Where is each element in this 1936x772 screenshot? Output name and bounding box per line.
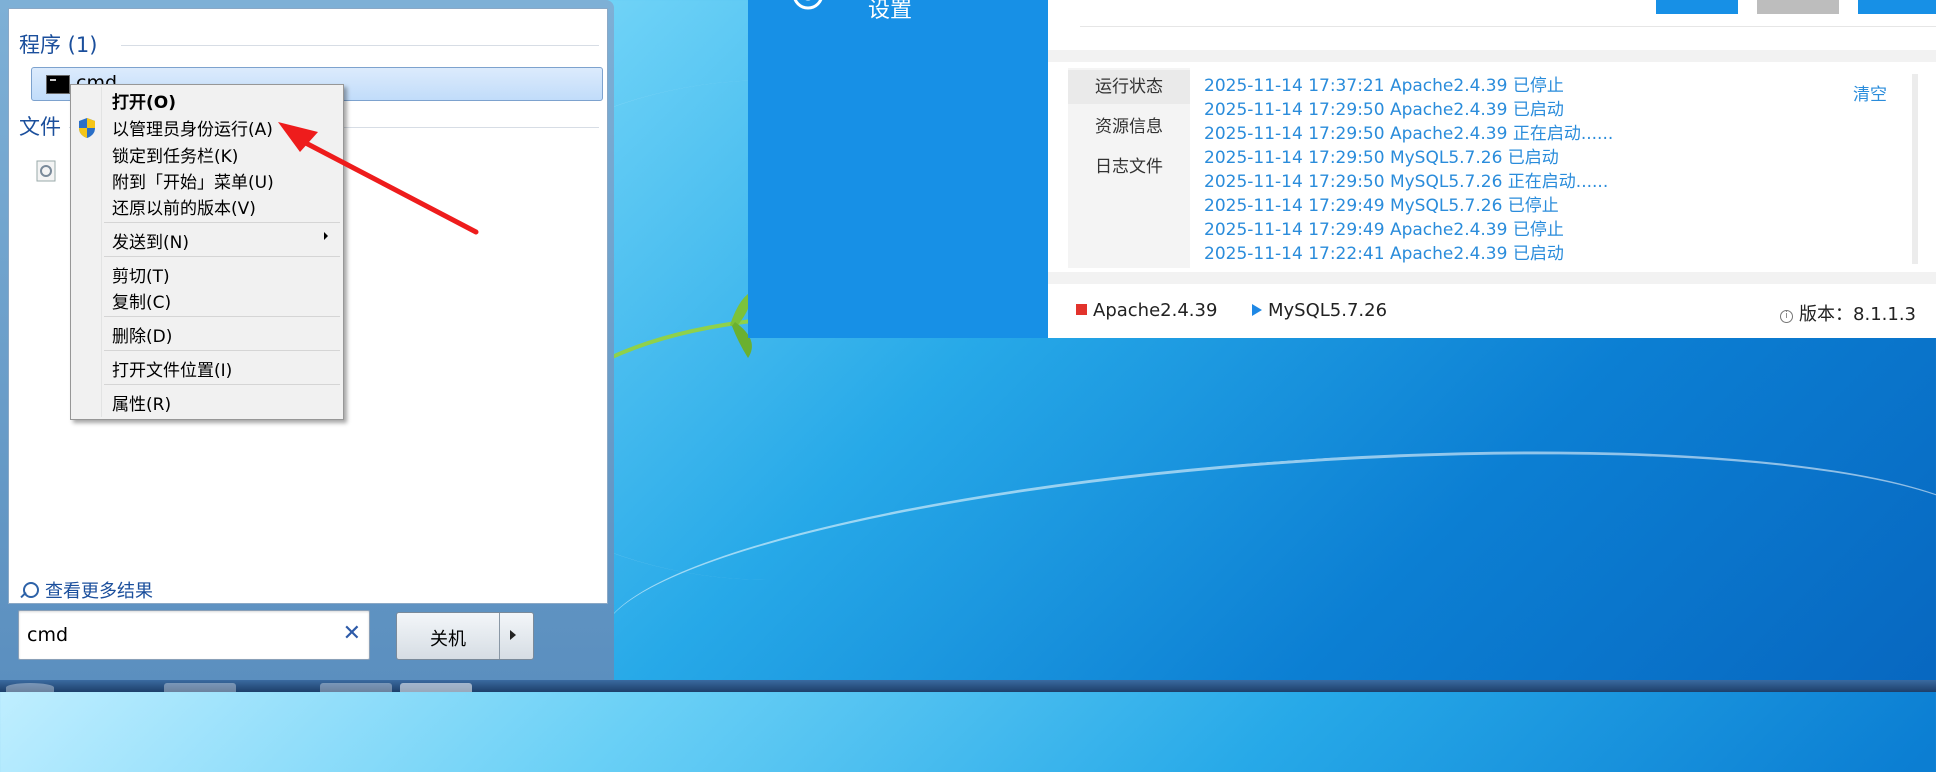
shutdown-label: 关机 [430,629,466,650]
menu-item-cut[interactable]: 剪切(T) [112,262,170,287]
gear-icon[interactable] [788,0,828,18]
version-info: i 版本：8.1.1.3 [1780,300,1916,326]
programs-header: 程序 (1) [19,33,98,57]
taskbar-item[interactable] [320,683,392,692]
mysql-status[interactable]: MySQL5.7.26 [1252,300,1387,321]
divider [1048,272,1936,284]
clear-search-icon[interactable]: ✕ [343,621,361,646]
log-line: 2025-11-14 17:29:50 Apache2.4.39 已启动 [1204,100,1564,120]
tab-log-files[interactable]: 日志文件 [1068,150,1190,184]
log-line: 2025-11-14 17:22:41 Apache2.4.39 已启动 [1204,244,1564,264]
log-line: 2025-11-14 17:29:49 Apache2.4.39 已停止 [1204,220,1564,240]
menu-item-open[interactable]: 打开(O) [112,88,176,113]
log-line: 2025-11-14 17:29:50 Apache2.4.39 正在启动...… [1204,124,1614,144]
log-line: 2025-11-14 17:29:49 MySQL5.7.26 已停止 [1204,196,1559,216]
menu-gutter [101,87,102,417]
mysql-label: MySQL5.7.26 [1268,300,1388,321]
menu-separator [104,256,340,257]
log-tabs: 运行状态 资源信息 日志文件 [1068,68,1190,268]
app-main-panel: 运行状态 资源信息 日志文件 2025-11-14 17:37:21 Apach… [1048,0,1936,338]
file-gear-icon[interactable] [35,159,57,183]
start-orb[interactable] [6,683,54,692]
more-results-link[interactable]: 查看更多结果 [23,577,153,603]
settings-label[interactable]: 设置 [868,0,912,24]
menu-separator [104,384,340,385]
log-line: 2025-11-14 17:37:21 Apache2.4.39 已停止 [1204,76,1564,96]
taskbar [0,680,1936,692]
console-icon [46,75,70,94]
apache-status[interactable]: Apache2.4.39 [1076,300,1217,321]
info-icon: i [1780,310,1794,323]
divider [121,45,599,46]
status-bar: Apache2.4.39 MySQL5.7.26 i 版本：8.1.1.3 [1048,290,1936,330]
files-header: 文件 [19,115,61,139]
app-sidebar-panel: 设置 [748,0,1048,338]
menu-separator [104,222,340,223]
menu-item-open-location[interactable]: 打开文件位置(I) [112,356,232,381]
menu-item-run-as-admin[interactable]: 以管理员身份运行(A) [112,115,273,140]
tab-run-status[interactable]: 运行状态 [1068,70,1190,104]
shutdown-options-arrow-icon[interactable] [510,630,516,640]
menu-item-delete[interactable]: 删除(D) [112,322,172,347]
taskbar-item[interactable] [164,683,236,692]
menu-item-copy[interactable]: 复制(C) [112,288,171,313]
version-label: 版本：8.1.1.3 [1799,304,1916,325]
shutdown-button[interactable]: 关机 [396,612,534,660]
wallpaper-leaf [610,290,761,360]
toolbar-button[interactable] [1858,0,1936,14]
divider [1048,50,1936,62]
stopped-square-icon [1076,304,1087,315]
search-input[interactable] [25,621,329,649]
submenu-arrow-icon [324,232,328,240]
toolbar-button[interactable] [1757,0,1839,14]
send-to-label: 发送到(N) [112,233,189,253]
top-toolbar [1080,0,1936,27]
search-icon [23,582,39,598]
toolbar-button[interactable] [1656,0,1738,14]
log-panel: 运行状态 资源信息 日志文件 2025-11-14 17:37:21 Apach… [1068,68,1936,268]
menu-item-send-to[interactable]: 发送到(N) [112,228,338,253]
menu-item-pin-taskbar[interactable]: 锁定到任务栏(K) [112,142,238,167]
log-line: 2025-11-14 17:29:50 MySQL5.7.26 已启动 [1204,148,1559,168]
context-menu: 打开(O) 以管理员身份运行(A) 锁定到任务栏(K) 附到「开始」菜单(U) … [70,84,344,420]
more-results-label: 查看更多结果 [45,581,153,602]
tab-resource-info[interactable]: 资源信息 [1068,110,1190,144]
taskbar-item[interactable] [400,683,472,692]
divider [499,613,500,659]
clear-log-link[interactable]: 清空 [1853,80,1887,105]
play-triangle-icon [1252,304,1262,316]
uac-shield-icon [79,118,95,138]
log-lines: 2025-11-14 17:37:21 Apache2.4.39 已停止 202… [1204,74,1824,264]
start-search-box[interactable]: ✕ [18,610,370,660]
menu-item-pin-start[interactable]: 附到「开始」菜单(U) [112,168,274,193]
apache-label: Apache2.4.39 [1093,300,1218,321]
menu-separator [104,316,340,317]
menu-item-restore-versions[interactable]: 还原以前的版本(V) [112,194,256,219]
log-line: 2025-11-14 17:29:50 MySQL5.7.26 正在启动....… [1204,172,1609,192]
menu-item-properties[interactable]: 属性(R) [112,390,171,415]
log-scrollbar[interactable] [1912,74,1918,264]
menu-separator [104,350,340,351]
